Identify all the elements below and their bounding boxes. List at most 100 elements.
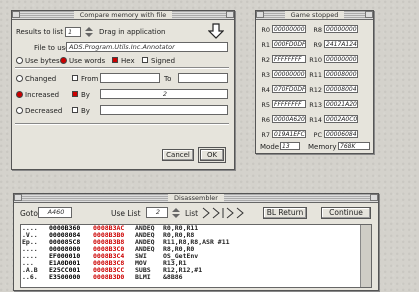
increased-by-field[interactable]: 2 (100, 89, 228, 99)
compare-title-bar[interactable]: Compare memory with file (12, 11, 234, 20)
instruction-word-cell: E3500000 (49, 273, 81, 281)
use-list-field[interactable]: 2 (146, 207, 168, 218)
use-bytes-radio[interactable] (16, 57, 23, 64)
register-value[interactable]: 00000000 (324, 25, 358, 33)
from-checkbox[interactable] (72, 75, 78, 81)
registers-window: Game stopped R0 00000000 R8 00000000 R1 … (255, 10, 374, 154)
use-words-radio[interactable] (60, 57, 67, 64)
up-down-arrows-icon[interactable] (171, 207, 181, 219)
list-navigation-icons[interactable] (201, 206, 247, 220)
memory-label: Memory (308, 143, 337, 151)
goto-label: Goto (20, 209, 38, 218)
register-name: R8 (313, 26, 322, 34)
close-icon[interactable] (12, 11, 20, 18)
register-value[interactable]: 00008004 (324, 85, 358, 93)
toggle-size-icon[interactable] (365, 11, 373, 18)
address-cell: 0008B3D0 (93, 273, 125, 281)
register-value[interactable]: 0000A620 (272, 115, 306, 123)
register-name: R0 (261, 26, 270, 34)
register-name: R9 (313, 41, 322, 49)
from-field[interactable] (100, 73, 160, 83)
divider (15, 67, 229, 69)
ok-button[interactable]: OK (198, 147, 226, 163)
register-value[interactable]: 000FD0DF (272, 40, 306, 48)
changed-label: Changed (25, 75, 57, 83)
register-value[interactable]: FFFFFFFF (272, 100, 306, 108)
window-title: Disassembler (168, 194, 224, 202)
register-name: R13 (309, 101, 322, 109)
register-name: R12 (309, 86, 322, 94)
hex-label: Hex (121, 57, 135, 65)
hex-checkbox[interactable] (112, 57, 118, 63)
toggle-size-icon[interactable] (370, 194, 378, 201)
memory-value[interactable]: 768K (338, 142, 370, 150)
table-row[interactable]: ..6. E3500000 0008B3D0 BLMI &8B86 (21, 274, 371, 281)
register-value[interactable]: 00000000 (272, 70, 306, 78)
register-name: R4 (261, 86, 270, 94)
register-name: R3 (261, 71, 270, 79)
file-to-use-label: File to use (34, 44, 70, 52)
register-value[interactable]: 019A1EFC (272, 130, 306, 138)
register-value[interactable]: 00000000 (272, 25, 306, 33)
register-value[interactable]: 070FD0DF (272, 85, 306, 93)
register-value[interactable]: 00008000 (324, 70, 358, 78)
register-value[interactable]: 00000000 (324, 55, 358, 63)
use-list-label: Use List (111, 209, 141, 218)
disassembly-listing[interactable]: .... 0000B360 0008B3AC ANDEQ R0,R0,R11 .… (20, 224, 372, 288)
toggle-size-icon[interactable] (226, 11, 234, 18)
disassembler-title-bar[interactable]: Disassembler (14, 194, 378, 203)
close-icon[interactable] (256, 11, 264, 18)
goto-field[interactable]: A460 (38, 207, 72, 218)
window-title: Compare memory with file (73, 11, 173, 19)
changed-radio[interactable] (16, 75, 23, 82)
cancel-button[interactable]: Cancel (162, 149, 194, 161)
to-field[interactable] (178, 73, 228, 83)
increased-radio[interactable] (16, 91, 23, 98)
use-bytes-label: Use bytes (25, 57, 60, 65)
register-name: R11 (309, 71, 322, 79)
decreased-label: Decreased (25, 107, 63, 115)
up-down-arrows-icon[interactable] (83, 26, 95, 38)
increased-by-label: By (81, 91, 90, 99)
results-to-list-label: Results to list (16, 28, 64, 36)
file-to-use-field[interactable]: ADS.Program.Utils.Inc.Annotator (66, 42, 228, 52)
register-value[interactable]: FFFFFFFF (272, 55, 306, 63)
decreased-by-checkbox[interactable] (72, 107, 78, 113)
opcode-cell: BLMI (135, 273, 151, 281)
mode-label: Mode (260, 143, 280, 151)
list-label: List (185, 209, 199, 218)
increased-by-checkbox[interactable] (72, 91, 78, 97)
decreased-by-field[interactable] (100, 105, 228, 115)
from-label: From (81, 75, 99, 83)
decreased-radio[interactable] (16, 107, 23, 114)
continue-button[interactable]: Continue (321, 207, 371, 219)
operands-cell: &8B86 (163, 273, 183, 281)
decreased-by-label: By (81, 107, 90, 115)
mode-value[interactable]: 13 (280, 142, 300, 150)
use-words-label: Use words (69, 57, 106, 65)
bl-return-button[interactable]: BL Return (263, 207, 307, 219)
drag-arrow-icon[interactable] (208, 23, 224, 39)
increased-label: Increased (25, 91, 60, 99)
register-name: R6 (261, 116, 270, 124)
register-name: R14 (309, 116, 322, 124)
drag-label: Drag in application (99, 28, 166, 36)
register-name: PC (313, 131, 322, 139)
compare-memory-window: Compare memory with file Results to list… (11, 10, 235, 170)
register-value[interactable]: 00006084 (324, 130, 358, 138)
register-name: R10 (309, 56, 322, 64)
results-to-list-field[interactable]: 1 (65, 27, 81, 37)
register-value[interactable]: 00021A20 (324, 100, 358, 108)
signed-checkbox[interactable] (142, 57, 148, 63)
signed-label: Signed (151, 57, 176, 65)
vertical-scrollbar[interactable] (360, 225, 371, 287)
divider (15, 123, 229, 125)
register-name: R5 (261, 101, 270, 109)
register-value[interactable]: 0002A0C0 (324, 115, 358, 123)
register-name: R2 (261, 56, 270, 64)
registers-title-bar[interactable]: Game stopped (256, 11, 373, 20)
register-value[interactable]: 2417A124 (324, 40, 358, 48)
close-icon[interactable] (14, 194, 22, 201)
window-title: Game stopped (284, 11, 345, 19)
register-name: R7 (261, 131, 270, 139)
